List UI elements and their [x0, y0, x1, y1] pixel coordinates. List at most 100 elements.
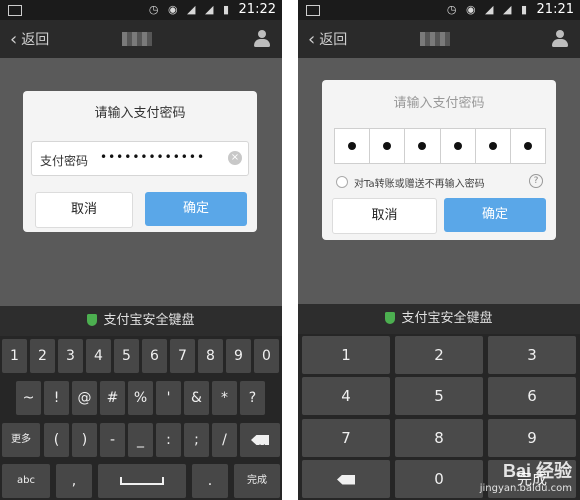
status-time: 21:21	[536, 2, 574, 17]
key[interactable]: ,	[56, 464, 92, 498]
key[interactable]: 7	[302, 419, 390, 457]
gallery-icon	[8, 5, 22, 16]
nav-bar: ‹ 返回	[0, 20, 282, 58]
key[interactable]: &	[184, 381, 209, 415]
key[interactable]: 1	[302, 336, 390, 374]
key[interactable]: _	[128, 423, 153, 457]
password-value: •••••••••••••	[100, 150, 206, 164]
pin-dot	[523, 142, 532, 150]
user-icon[interactable]	[552, 30, 568, 48]
left-phone-screen: ◷ ◉ ◢ ◢ ▮ 21:22 ‹ 返回 请输入支付密码 支付密码 •••••••…	[0, 0, 282, 500]
help-icon[interactable]: ?	[529, 174, 543, 188]
blurred-title	[420, 32, 450, 46]
key[interactable]: 8	[198, 339, 223, 373]
key[interactable]: 0	[254, 339, 279, 373]
confirm-button[interactable]: 确定	[145, 192, 247, 226]
password-label: 支付密码	[40, 154, 89, 168]
password-field[interactable]: 支付密码 ••••••••••••• ×	[31, 141, 249, 176]
cancel-button[interactable]: 取消	[332, 198, 437, 234]
shield-icon	[87, 314, 98, 326]
pin-cell	[335, 129, 371, 163]
pin-cell	[370, 129, 406, 163]
backspace-icon	[251, 435, 269, 445]
key[interactable]: ;	[184, 423, 209, 457]
back-button[interactable]: ‹ 返回	[308, 29, 347, 50]
status-icons: ◷ ◉ ◢ ◢ ▮	[446, 3, 530, 16]
pin-dot	[488, 142, 497, 150]
key[interactable]: !	[44, 381, 69, 415]
pin-input[interactable]	[334, 128, 546, 164]
done-key[interactable]: 完成	[234, 464, 280, 498]
key[interactable]: 4	[86, 339, 111, 373]
pin-cell	[511, 129, 545, 163]
status-time: 21:22	[238, 2, 276, 17]
backspace-icon	[337, 474, 355, 485]
key[interactable]: -	[100, 423, 125, 457]
key[interactable]: ?	[240, 381, 265, 415]
key[interactable]: 1	[2, 339, 27, 373]
keyboard-header: 支付宝安全键盘	[298, 304, 580, 334]
alphanumeric-keyboard: 1234567890 ~!@#%'&*? 更多()-_:;/ abc,.完成	[0, 336, 282, 500]
key[interactable]: )	[72, 423, 97, 457]
pin-cell	[476, 129, 511, 163]
dialog-title: 请输入支付密码	[94, 106, 186, 121]
key[interactable]: 8	[395, 419, 483, 457]
abc-key[interactable]: abc	[2, 464, 50, 498]
key[interactable]: %	[128, 381, 153, 415]
pin-cell	[405, 129, 441, 163]
pin-dot	[383, 142, 392, 150]
chevron-left-icon: ‹	[10, 29, 18, 50]
back-label: 返回	[319, 32, 348, 48]
key[interactable]: '	[156, 381, 181, 415]
cancel-button[interactable]: 取消	[35, 192, 133, 228]
key[interactable]: @	[72, 381, 97, 415]
key[interactable]: 6	[488, 377, 576, 415]
numeric-keyboard: 123 456 7890完成	[298, 334, 580, 500]
user-icon[interactable]	[254, 30, 270, 48]
key[interactable]: /	[212, 423, 237, 457]
more-symbols-key[interactable]: 更多	[2, 423, 40, 457]
key[interactable]: ~	[16, 381, 41, 415]
status-icons: ◷ ◉ ◢ ◢ ▮	[148, 3, 232, 16]
back-button[interactable]: ‹ 返回	[10, 29, 49, 50]
back-label: 返回	[21, 32, 50, 48]
dialog-title: 请输入支付密码	[393, 96, 485, 111]
key[interactable]: .	[192, 464, 228, 498]
done-key[interactable]: 完成	[488, 460, 576, 498]
key[interactable]: 6	[142, 339, 167, 373]
key[interactable]: 0	[395, 460, 483, 498]
key[interactable]: 3	[58, 339, 83, 373]
pin-dot	[453, 142, 462, 150]
confirm-button[interactable]: 确定	[444, 198, 546, 232]
keyboard-header: 支付宝安全键盘	[0, 306, 282, 336]
keyboard-title: 支付宝安全键盘	[103, 313, 195, 328]
password-dialog: 请输入支付密码 支付密码 ••••••••••••• × 取消 确定	[23, 91, 257, 232]
key[interactable]: 2	[395, 336, 483, 374]
chevron-left-icon: ‹	[308, 29, 316, 50]
clear-icon[interactable]: ×	[228, 151, 242, 165]
key[interactable]: 7	[170, 339, 195, 373]
pin-dialog: 请输入支付密码 对Ta转账或赠送不再输入密码 ? 取消 确定	[322, 80, 556, 240]
key[interactable]: 2	[30, 339, 55, 373]
skip-password-text: 对Ta转账或赠送不再输入密码	[354, 179, 485, 190]
shield-icon	[385, 312, 396, 324]
backspace-key[interactable]	[302, 460, 390, 498]
space-key[interactable]	[98, 464, 186, 498]
blurred-title	[122, 32, 152, 46]
key[interactable]: (	[44, 423, 69, 457]
status-bar: ◷ ◉ ◢ ◢ ▮ 21:21	[298, 0, 580, 20]
keyboard-title: 支付宝安全键盘	[401, 311, 493, 326]
key[interactable]: 5	[114, 339, 139, 373]
key[interactable]: 9	[226, 339, 251, 373]
key[interactable]: *	[212, 381, 237, 415]
key[interactable]: :	[156, 423, 181, 457]
key[interactable]: 4	[302, 377, 390, 415]
skip-password-radio[interactable]	[336, 176, 348, 188]
backspace-key[interactable]	[240, 423, 280, 457]
pin-dot	[418, 142, 427, 150]
key[interactable]: 5	[395, 377, 483, 415]
key[interactable]: 3	[488, 336, 576, 374]
key[interactable]: #	[100, 381, 125, 415]
pin-cell	[441, 129, 476, 163]
key[interactable]: 9	[488, 419, 576, 457]
